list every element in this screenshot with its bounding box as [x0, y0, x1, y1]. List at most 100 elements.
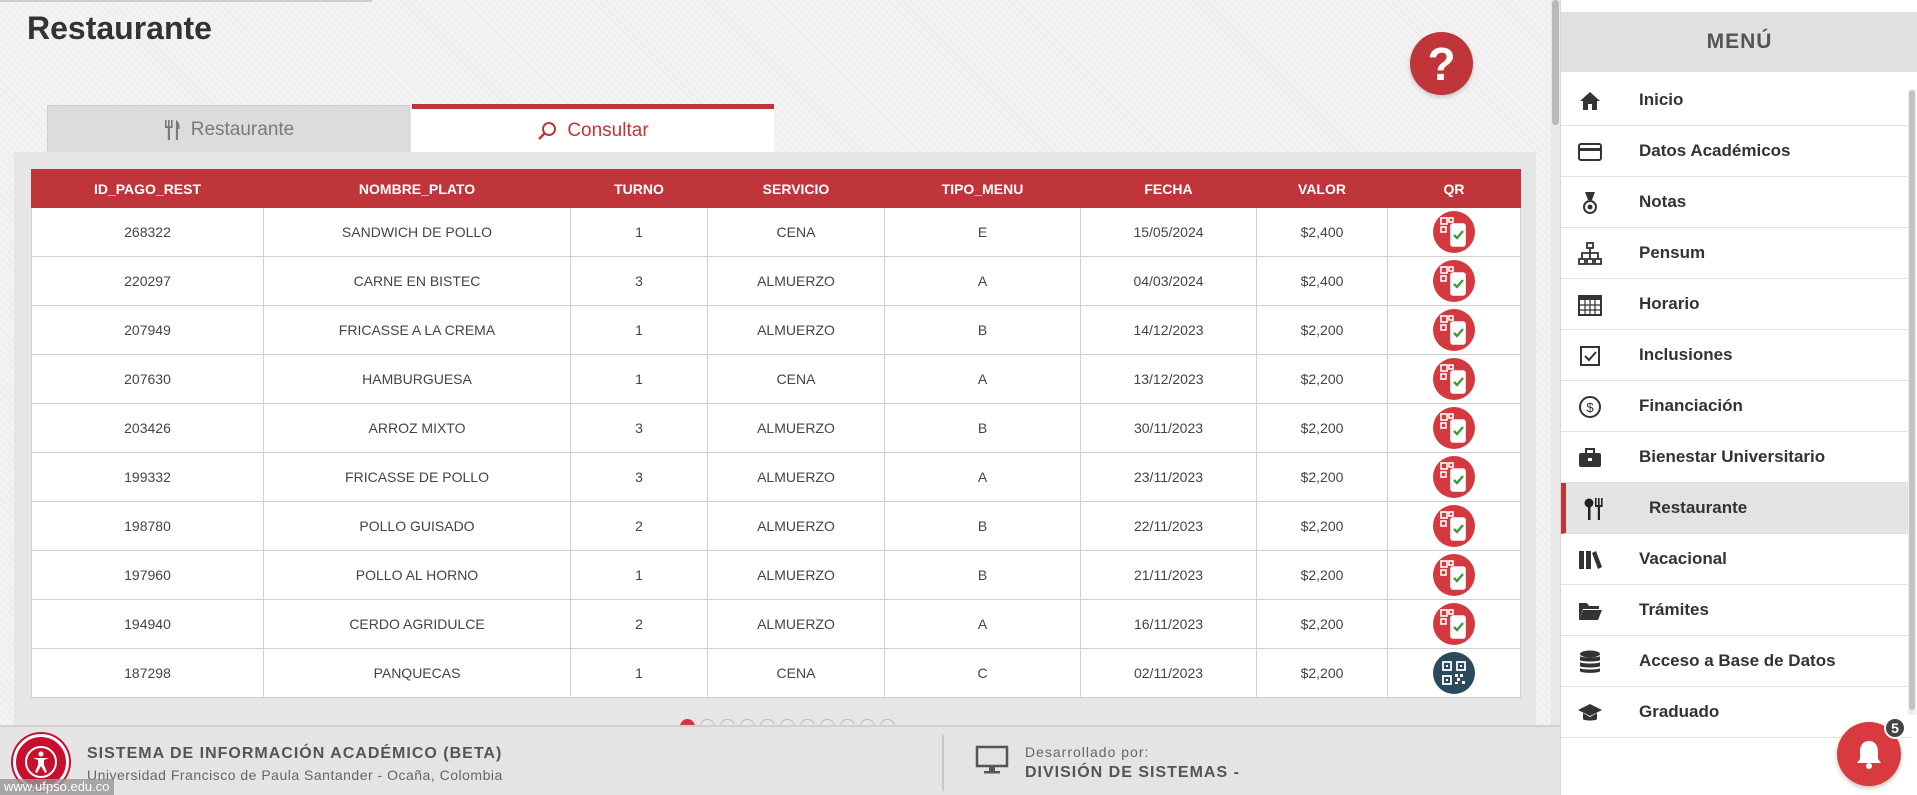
- database-icon: [1577, 649, 1603, 675]
- sidebar-item-notas[interactable]: Notas: [1561, 177, 1911, 228]
- sidebar-item-pensum[interactable]: Pensum: [1561, 228, 1911, 279]
- cell-tipo: B: [884, 305, 1081, 355]
- qr-used-icon: [1440, 560, 1466, 590]
- cell-servicio: ALMUERZO: [707, 403, 885, 453]
- cell-turno: 3: [570, 403, 708, 453]
- cell-valor: $2,200: [1256, 501, 1388, 551]
- table-row: 194940 CERDO AGRIDULCE 2 ALMUERZO A 16/11/202…: [31, 599, 1521, 649]
- cell-id: 194940: [31, 599, 264, 649]
- sidebar-scrollbar[interactable]: [1908, 90, 1916, 715]
- tab-label: Consultar: [567, 119, 649, 141]
- accessibility-icon: [25, 746, 57, 778]
- medal-icon: [1577, 190, 1603, 216]
- sidebar-item-label: Horario: [1639, 294, 1700, 313]
- qr-button[interactable]: [1433, 505, 1475, 547]
- cell-id: 197960: [31, 550, 264, 600]
- qr-used-icon: [1440, 266, 1466, 296]
- column-header[interactable]: VALOR: [1256, 169, 1388, 208]
- sidebar-item-label: Datos Académicos: [1639, 141, 1791, 160]
- column-header[interactable]: FECHA: [1080, 169, 1257, 208]
- help-button[interactable]: ?: [1410, 32, 1473, 95]
- cell-valor: $2,200: [1256, 550, 1388, 600]
- qr-button[interactable]: [1433, 260, 1475, 302]
- cell-fecha: 16/11/2023: [1080, 599, 1257, 649]
- footer: SISTEMA DE INFORMACIÓN ACADÉMICO (BETA) …: [0, 725, 1560, 795]
- sidebar-item-horario[interactable]: Horario: [1561, 279, 1911, 330]
- cell-tipo: B: [884, 550, 1081, 600]
- sidebar-item-tramites[interactable]: Trámites: [1561, 585, 1911, 636]
- bell-icon: [1857, 741, 1881, 769]
- cell-plato: CERDO AGRIDULCE: [263, 599, 571, 649]
- sidebar-item-label: Inicio: [1639, 90, 1684, 109]
- sitemap-icon: [1577, 241, 1603, 267]
- tab-restaurante[interactable]: Restaurante: [47, 105, 410, 153]
- tab-consultar[interactable]: Consultar: [412, 104, 774, 152]
- sidebar-item-inclusiones[interactable]: Inclusiones: [1561, 330, 1911, 381]
- cell-id: 203426: [31, 403, 264, 453]
- division-name: DIVISIÓN DE SISTEMAS -: [1025, 764, 1240, 781]
- sidebar-item-label: Bienestar Universitario: [1639, 447, 1826, 466]
- cell-qr: [1387, 501, 1521, 551]
- qr-used-icon: [1440, 609, 1466, 639]
- qr-button[interactable]: [1433, 456, 1475, 498]
- cell-turno: 1: [570, 305, 708, 355]
- cell-valor: $2,200: [1256, 452, 1388, 502]
- cell-tipo: A: [884, 452, 1081, 502]
- main-content: Restaurante ? Restaurante Consultar ID_P…: [0, 0, 1552, 725]
- monitor-icon: [975, 745, 1009, 780]
- qr-button[interactable]: [1433, 652, 1475, 694]
- cell-plato: FRICASSE DE POLLO: [263, 452, 571, 502]
- status-url: www.ufpso.edu.co: [0, 779, 114, 795]
- sidebar-item-acceso-a-base-de-datos[interactable]: Acceso a Base de Datos: [1561, 636, 1911, 687]
- checkbox-icon: [1577, 343, 1603, 369]
- cell-qr: [1387, 207, 1521, 257]
- developed-by-label: Desarrollado por:: [1025, 744, 1150, 760]
- main-scrollbar[interactable]: [1551, 0, 1560, 725]
- cell-plato: PANQUECAS: [263, 648, 571, 698]
- qr-button[interactable]: [1433, 554, 1475, 596]
- qr-button[interactable]: [1433, 407, 1475, 449]
- column-header[interactable]: NOMBRE_PLATO: [263, 169, 571, 208]
- sidebar-item-label: Notas: [1639, 192, 1687, 211]
- cell-fecha: 23/11/2023: [1080, 452, 1257, 502]
- cell-id: 198780: [31, 501, 264, 551]
- cell-turno: 3: [570, 256, 708, 306]
- cell-turno: 1: [570, 648, 708, 698]
- utensils-icon: [164, 119, 180, 140]
- sidebar-item-bienestar-universitario[interactable]: Bienestar Universitario: [1561, 432, 1911, 483]
- top-divider: [0, 0, 372, 2]
- column-header[interactable]: ID_PAGO_REST: [31, 169, 264, 208]
- qr-used-icon: [1440, 364, 1466, 394]
- qr-button[interactable]: [1433, 211, 1475, 253]
- sidebar-item-financiacion[interactable]: $ Financiación: [1561, 381, 1911, 432]
- sidebar-item-restaurante[interactable]: Restaurante: [1561, 483, 1911, 534]
- cell-qr: [1387, 648, 1521, 698]
- column-header[interactable]: SERVICIO: [707, 169, 885, 208]
- cell-plato: FRICASSE A LA CREMA: [263, 305, 571, 355]
- cell-fecha: 30/11/2023: [1080, 403, 1257, 453]
- cell-qr: [1387, 452, 1521, 502]
- column-header[interactable]: QR: [1387, 169, 1521, 208]
- footer-divider: [942, 735, 944, 791]
- sidebar-menu: MENÚ Inicio Datos Académicos Notas Pensum Ho…: [1560, 0, 1917, 795]
- cell-id: 207949: [31, 305, 264, 355]
- sidebar-item-label: Financiación: [1639, 396, 1743, 415]
- column-header[interactable]: TURNO: [570, 169, 708, 208]
- cell-valor: $2,400: [1256, 207, 1388, 257]
- sidebar-item-vacacional[interactable]: Vacacional: [1561, 534, 1911, 585]
- sidebar-item-label: Trámites: [1639, 600, 1709, 619]
- column-header[interactable]: TIPO_MENU: [884, 169, 1081, 208]
- qr-button[interactable]: [1433, 603, 1475, 645]
- sidebar-item-datos-academicos[interactable]: Datos Académicos: [1561, 126, 1911, 177]
- qr-button[interactable]: [1433, 309, 1475, 351]
- cell-turno: 1: [570, 207, 708, 257]
- cell-id: 207630: [31, 354, 264, 404]
- cell-fecha: 14/12/2023: [1080, 305, 1257, 355]
- sidebar-item-inicio[interactable]: Inicio: [1561, 75, 1911, 126]
- cell-plato: CARNE EN BISTEC: [263, 256, 571, 306]
- sidebar-item-label: Acceso a Base de Datos: [1639, 651, 1836, 670]
- folder-open-icon: [1577, 598, 1603, 624]
- table-row: 220297 CARNE EN BISTEC 3 ALMUERZO A 04/03/202…: [31, 256, 1521, 306]
- cell-plato: POLLO GUISADO: [263, 501, 571, 551]
- qr-button[interactable]: [1433, 358, 1475, 400]
